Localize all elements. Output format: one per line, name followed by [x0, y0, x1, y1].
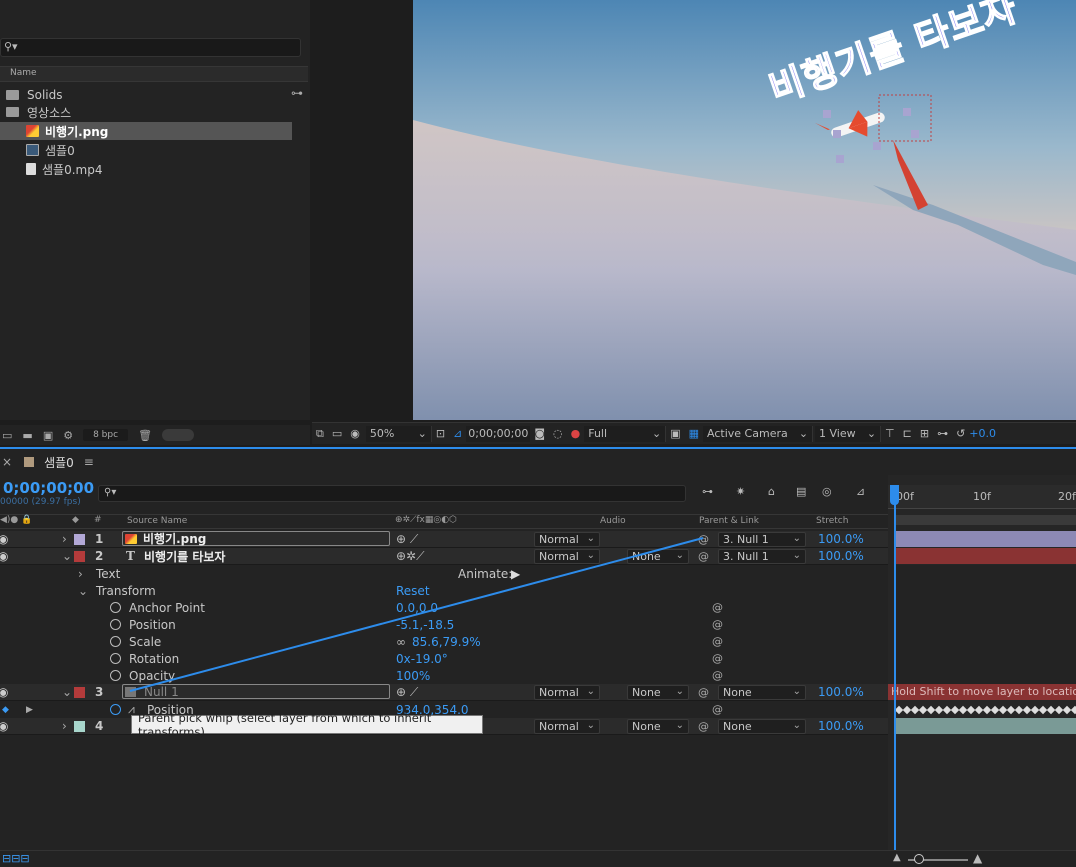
fit-icon[interactable]: ⊡	[432, 426, 449, 442]
close-icon[interactable]: ×	[2, 455, 12, 469]
region-of-interest-icon[interactable]: ▣	[666, 426, 684, 442]
layer-bar-2[interactable]	[894, 548, 1076, 564]
ruler-tick-20: 20f	[1058, 490, 1076, 503]
bpc-button[interactable]: 8 bpc	[83, 429, 129, 441]
composition-icon	[24, 457, 35, 467]
project-search-input[interactable]: ⚲▾	[0, 38, 301, 57]
color-channels-icon[interactable]: ●	[567, 426, 585, 442]
viewer-timecode[interactable]: 0;00;00;00	[466, 425, 531, 442]
show-snapshot-icon[interactable]: ◌	[549, 426, 567, 442]
toggle-transparency-icon[interactable]: ⊿	[449, 426, 466, 442]
new-folder-icon[interactable]: ▬	[22, 429, 32, 442]
property-keyframe-lane	[894, 565, 1076, 684]
transparency-grid-icon[interactable]: ▦	[685, 426, 703, 442]
chevron-down-icon: ⌄	[866, 427, 877, 440]
tooltip: Parent pick whip (select layer from whic…	[131, 711, 483, 739]
project-column-header: Name	[0, 66, 308, 82]
chevron-down-icon: ⌄	[798, 427, 809, 440]
keyframe[interactable]	[1070, 705, 1076, 715]
project-item-video[interactable]: 샘플0.mp4	[0, 160, 292, 178]
keyframe-lane[interactable]	[894, 701, 1076, 718]
project-item-folder[interactable]: 영상소스	[0, 103, 292, 121]
time-ruler[interactable]: 00f 10f 20f	[888, 485, 1076, 509]
timeline-graph-area[interactable]: 00f 10f 20f Hold Shift to move layer to …	[888, 475, 1076, 850]
project-settings-icon[interactable]: ⚙	[63, 429, 73, 442]
zoom-out-icon[interactable]: ▲	[893, 852, 901, 863]
new-comp-icon[interactable]: ▣	[43, 429, 53, 442]
ruler-tick-10: 10f	[973, 490, 991, 503]
shift-hint-text: Hold Shift to move layer to location	[891, 685, 1076, 698]
search-icon: ⚲▾	[4, 40, 18, 53]
project-item-png[interactable]: 비행기.png	[0, 122, 292, 140]
camera-snapshot-icon[interactable]: ◙	[530, 426, 549, 442]
name-column-header[interactable]: Name	[10, 68, 37, 78]
timeline-tab-bar: × 샘플0 ≡	[0, 449, 1076, 475]
pixel-aspect-icon[interactable]: ⊤	[881, 426, 899, 442]
monitor-icon[interactable]: ▭	[328, 426, 346, 442]
reset-exposure-icon[interactable]: ↺	[952, 426, 969, 442]
resolution-select[interactable]: Full ⌄	[584, 425, 667, 442]
timeline-icon[interactable]: ⊞	[916, 426, 933, 442]
project-item-comp[interactable]: 샘플0	[0, 141, 292, 159]
chevron-down-icon: ⌄	[652, 427, 662, 440]
timeline-tab[interactable]: 샘플0	[44, 454, 74, 471]
viewer-toolbar: ⧉ ▭ ◉ 50% ⌄ ⊡ ⊿ 0;00;00;00 ◙ ◌ ● Full ⌄ ▣ …	[312, 422, 1076, 444]
panel-menu-icon[interactable]: ≡	[84, 455, 94, 469]
zoom-in-icon[interactable]: ▲	[973, 851, 982, 865]
render-time-icon[interactable]: ⊟⊟⊟	[2, 852, 30, 865]
mask-icon[interactable]: ◉	[346, 426, 364, 442]
video-file-icon	[26, 163, 36, 175]
zoom-select[interactable]: 50% ⌄	[365, 425, 432, 442]
folder-icon	[6, 107, 19, 117]
project-panel: ⚲▾ Name Solids ⊶ 영상소스 비행기.png 샘플0 샘플0.mp…	[0, 0, 310, 420]
work-area-bar[interactable]	[894, 515, 1076, 525]
pick-whip-line	[129, 537, 704, 692]
exposure-value[interactable]: +0.0	[969, 426, 996, 442]
interpret-footage-icon[interactable]: ▭	[2, 429, 12, 442]
composition-icon	[26, 144, 39, 156]
fast-previews-icon[interactable]: ⊏	[899, 426, 916, 442]
trash-icon[interactable]: 🗑	[138, 429, 152, 442]
layer-bar-4[interactable]	[894, 718, 1076, 734]
layer-bar-3[interactable]: Hold Shift to move layer to location	[888, 684, 1076, 700]
flowchart-icon[interactable]: ⊶	[933, 426, 952, 442]
viewer-canvas	[413, 0, 1076, 420]
project-item-solids[interactable]: Solids	[0, 86, 292, 104]
view-layout-select[interactable]: 1 View ⌄	[815, 425, 882, 442]
zoom-slider-thumb[interactable]	[914, 854, 924, 864]
composition-viewer[interactable]: 비행기를 타보자	[413, 0, 1076, 420]
playhead-handle[interactable]	[890, 485, 899, 505]
flowchart-icon[interactable]: ⊶	[291, 86, 303, 100]
camera-select[interactable]: Active Camera ⌄	[703, 425, 814, 442]
playhead[interactable]	[894, 485, 896, 850]
status-bar: ⊟⊟⊟ ▲ ▲	[0, 850, 1076, 867]
project-scroll-slider[interactable]	[162, 429, 195, 441]
always-preview-icon[interactable]: ⧉	[312, 426, 328, 442]
timeline-layer-panel: 0;00;00;00 00000 (29.97 fps) ⚲▾ ⊶ ✷ ⌂ ▤ …	[0, 475, 888, 850]
project-toolbar: ▭ ▬ ▣ ⚙ 8 bpc 🗑	[0, 425, 310, 445]
folder-icon	[6, 90, 19, 100]
layer-bar-1[interactable]	[894, 531, 1076, 547]
image-file-icon	[26, 125, 39, 137]
chevron-down-icon: ⌄	[417, 427, 427, 440]
